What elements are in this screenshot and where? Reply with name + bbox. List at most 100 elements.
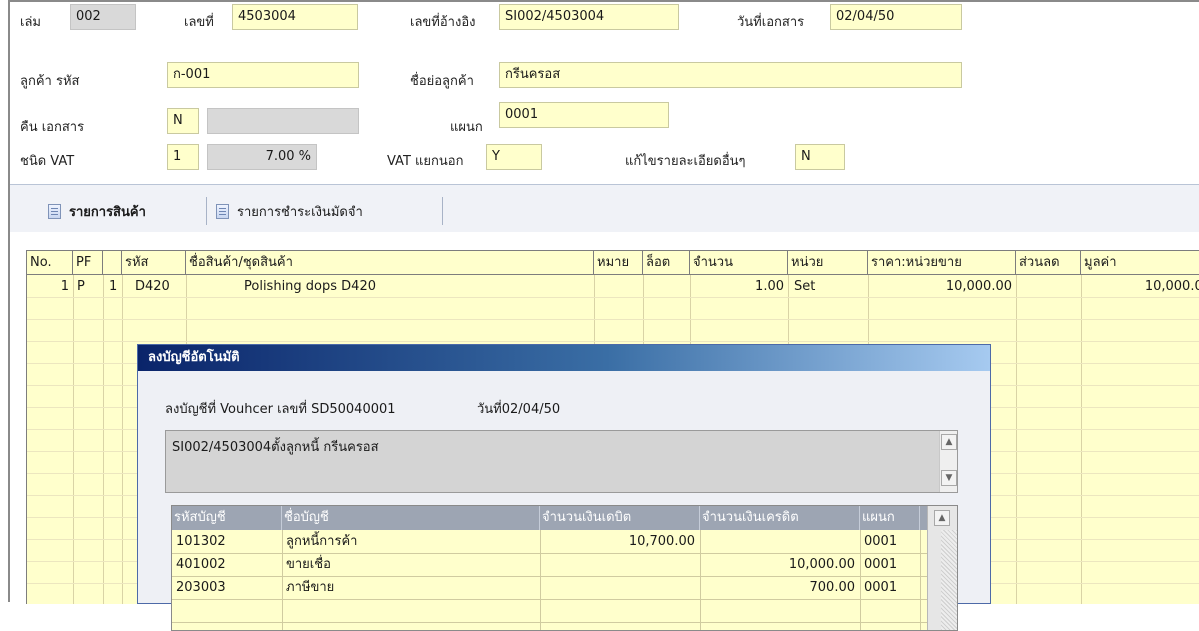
col-account-name[interactable]: ชื่อบัญชี — [282, 506, 540, 530]
col-department[interactable]: แผนก — [860, 506, 920, 530]
return-document-field[interactable]: N — [167, 108, 199, 134]
customer-short-field[interactable]: กรีนครอส — [499, 62, 962, 88]
cell-flag: 1 — [109, 279, 118, 294]
cell-department: 0001 — [864, 557, 898, 572]
journal-grid-header: รหัสบัญชี ชื่อบัญชี จำนวนเงินเดบิต จำนวน… — [172, 506, 957, 530]
col-unit[interactable]: หน่วย — [788, 251, 868, 275]
col-name[interactable]: ชื่อสินค้า/ชุดสินค้า — [186, 251, 594, 275]
grid-line — [1081, 275, 1082, 604]
col-price[interactable]: ราคา:หน่วยขาย — [868, 251, 1016, 275]
vat-type-label: ชนิด VAT — [20, 154, 75, 169]
cell-department: 0001 — [864, 534, 898, 549]
tab-items-label: รายการสินค้า — [69, 204, 146, 220]
dialog-title[interactable]: ลงบัญชีอัตโนมัติ — [138, 345, 990, 371]
auto-posting-dialog: ลงบัญชีอัตโนมัติ ลงบัญชีที่ Vouhcer เลขท… — [137, 344, 991, 631]
cell-account-code: 203003 — [176, 580, 226, 595]
cell-unit: Set — [794, 279, 816, 294]
tab-deposit-payments-label: รายการชำระเงินมัดจำ — [237, 204, 363, 220]
cell-account-code: 401002 — [176, 557, 226, 572]
cell-credit — [700, 531, 855, 553]
grid-line — [73, 275, 74, 604]
reference-label: เลขที่อ้างอิง — [410, 15, 476, 30]
journal-entries-grid: รหัสบัญชี ชื่อบัญชี จำนวนเงินเดบิต จำนวน… — [171, 505, 958, 631]
edit-other-details-field[interactable]: N — [795, 144, 845, 170]
document-list-icon — [48, 203, 61, 219]
cell-account-name: ขายเชื่อ — [286, 557, 331, 572]
tab-items[interactable]: รายการสินค้า — [48, 199, 146, 223]
cell-credit: 10,000.00 — [788, 557, 855, 572]
document-window: เล่ม 002 เลขที่ 4503004 เลขที่อ้างอิง SI… — [8, 0, 1199, 631]
tab-strip: รายการสินค้า รายการชำระเงินมัดจำ — [10, 185, 1199, 232]
description-memo[interactable]: SI002/4503004ตั้งลูกหนี้ กรีนครอส ▲ ▼ — [165, 430, 958, 493]
grid-line — [27, 319, 1199, 320]
grid-line — [27, 297, 1199, 298]
cell-account-code: 101302 — [176, 534, 226, 549]
col-note[interactable]: หมาย — [594, 251, 643, 275]
memo-scrollbar[interactable]: ▲ ▼ — [939, 431, 957, 492]
voucher-line: ลงบัญชีที่ Vouhcer เลขที่ SD50040001 — [165, 402, 396, 417]
col-debit[interactable]: จำนวนเงินเดบิต — [540, 506, 700, 530]
number-label: เลขที่ — [184, 15, 214, 30]
dialog-body: ลงบัญชีที่ Vouhcer เลขที่ SD50040001 วัน… — [138, 371, 990, 631]
document-header-form: เล่ม 002 เลขที่ 4503004 เลขที่อ้างอิง SI… — [10, 2, 1199, 185]
cell-lot — [646, 276, 688, 297]
cell-account-name: ลูกหนี้การค้า — [286, 534, 358, 549]
col-qty[interactable]: จำนวน — [690, 251, 788, 275]
grid-line — [860, 530, 861, 630]
grid-line — [920, 530, 921, 630]
grid-line — [282, 530, 283, 630]
scroll-up-icon[interactable]: ▲ — [934, 510, 950, 526]
cell-department: 0001 — [864, 580, 898, 595]
memo-text: SI002/4503004ตั้งลูกหนี้ กรีนครอส — [172, 440, 379, 455]
customer-code-field[interactable]: ก-001 — [167, 62, 359, 88]
cell-qty: 1.00 — [755, 279, 784, 294]
col-code[interactable]: รหัส — [122, 251, 186, 275]
reference-field[interactable]: SI002/4503004 — [499, 4, 679, 30]
return-document-desc-field — [207, 108, 359, 134]
col-flag[interactable] — [103, 251, 122, 275]
col-discount[interactable]: ส่วนลด — [1016, 251, 1081, 275]
book-label: เล่ม — [20, 15, 41, 30]
col-pf[interactable]: PF — [73, 251, 103, 275]
book-field[interactable]: 002 — [70, 4, 136, 30]
grid-line — [172, 599, 957, 600]
cell-discount — [1016, 276, 1077, 297]
col-lot[interactable]: ล็อต — [643, 251, 690, 275]
vat-separate-field[interactable]: Y — [486, 144, 542, 170]
scroll-down-icon[interactable]: ▼ — [941, 470, 957, 486]
grid-line — [172, 622, 957, 623]
vat-separate-label: VAT แยกนอก — [387, 154, 464, 169]
cell-name: Polishing dops D420 — [244, 279, 376, 294]
cell-code: D420 — [135, 279, 170, 294]
grid-line — [1016, 275, 1017, 604]
grid-line — [122, 275, 123, 604]
scroll-up-icon[interactable]: ▲ — [941, 434, 957, 450]
journal-grid-scrollbar[interactable]: ▲ — [927, 506, 957, 630]
tab-deposit-payments[interactable]: รายการชำระเงินมัดจำ — [216, 199, 363, 223]
tab-divider — [206, 197, 207, 225]
col-account-code[interactable]: รหัสบัญชี — [172, 506, 282, 530]
cell-price: 10,000.00 — [945, 279, 1012, 294]
tab-divider — [442, 197, 443, 225]
col-amount[interactable]: มูลค่า — [1081, 251, 1199, 275]
document-date-field[interactable]: 02/04/50 — [830, 4, 962, 30]
customer-short-label: ชื่อย่อลูกค้า — [410, 74, 474, 89]
col-no[interactable]: No. — [27, 251, 73, 275]
cell-pf: P — [77, 279, 85, 294]
voucher-date: วันที่02/04/50 — [477, 402, 561, 417]
document-date-label: วันที่เอกสาร — [737, 15, 805, 30]
department-field[interactable]: 0001 — [499, 102, 669, 128]
return-document-label: คืน เอกสาร — [20, 120, 85, 135]
cell-debit: 10,700.00 — [628, 534, 695, 549]
vat-rate-field: 7.00 % — [207, 144, 317, 170]
cell-note — [597, 276, 641, 297]
cell-no: 1 — [60, 279, 69, 294]
department-label: แผนก — [450, 120, 483, 135]
col-credit[interactable]: จำนวนเงินเครดิต — [700, 506, 860, 530]
items-grid-header: No. PF รหัส ชื่อสินค้า/ชุดสินค้า หมาย ล็… — [27, 251, 1199, 275]
scroll-track[interactable] — [941, 530, 957, 630]
grid-line — [27, 341, 1199, 342]
grid-line — [103, 275, 104, 604]
number-field[interactable]: 4503004 — [232, 4, 358, 30]
vat-type-field[interactable]: 1 — [167, 144, 199, 170]
